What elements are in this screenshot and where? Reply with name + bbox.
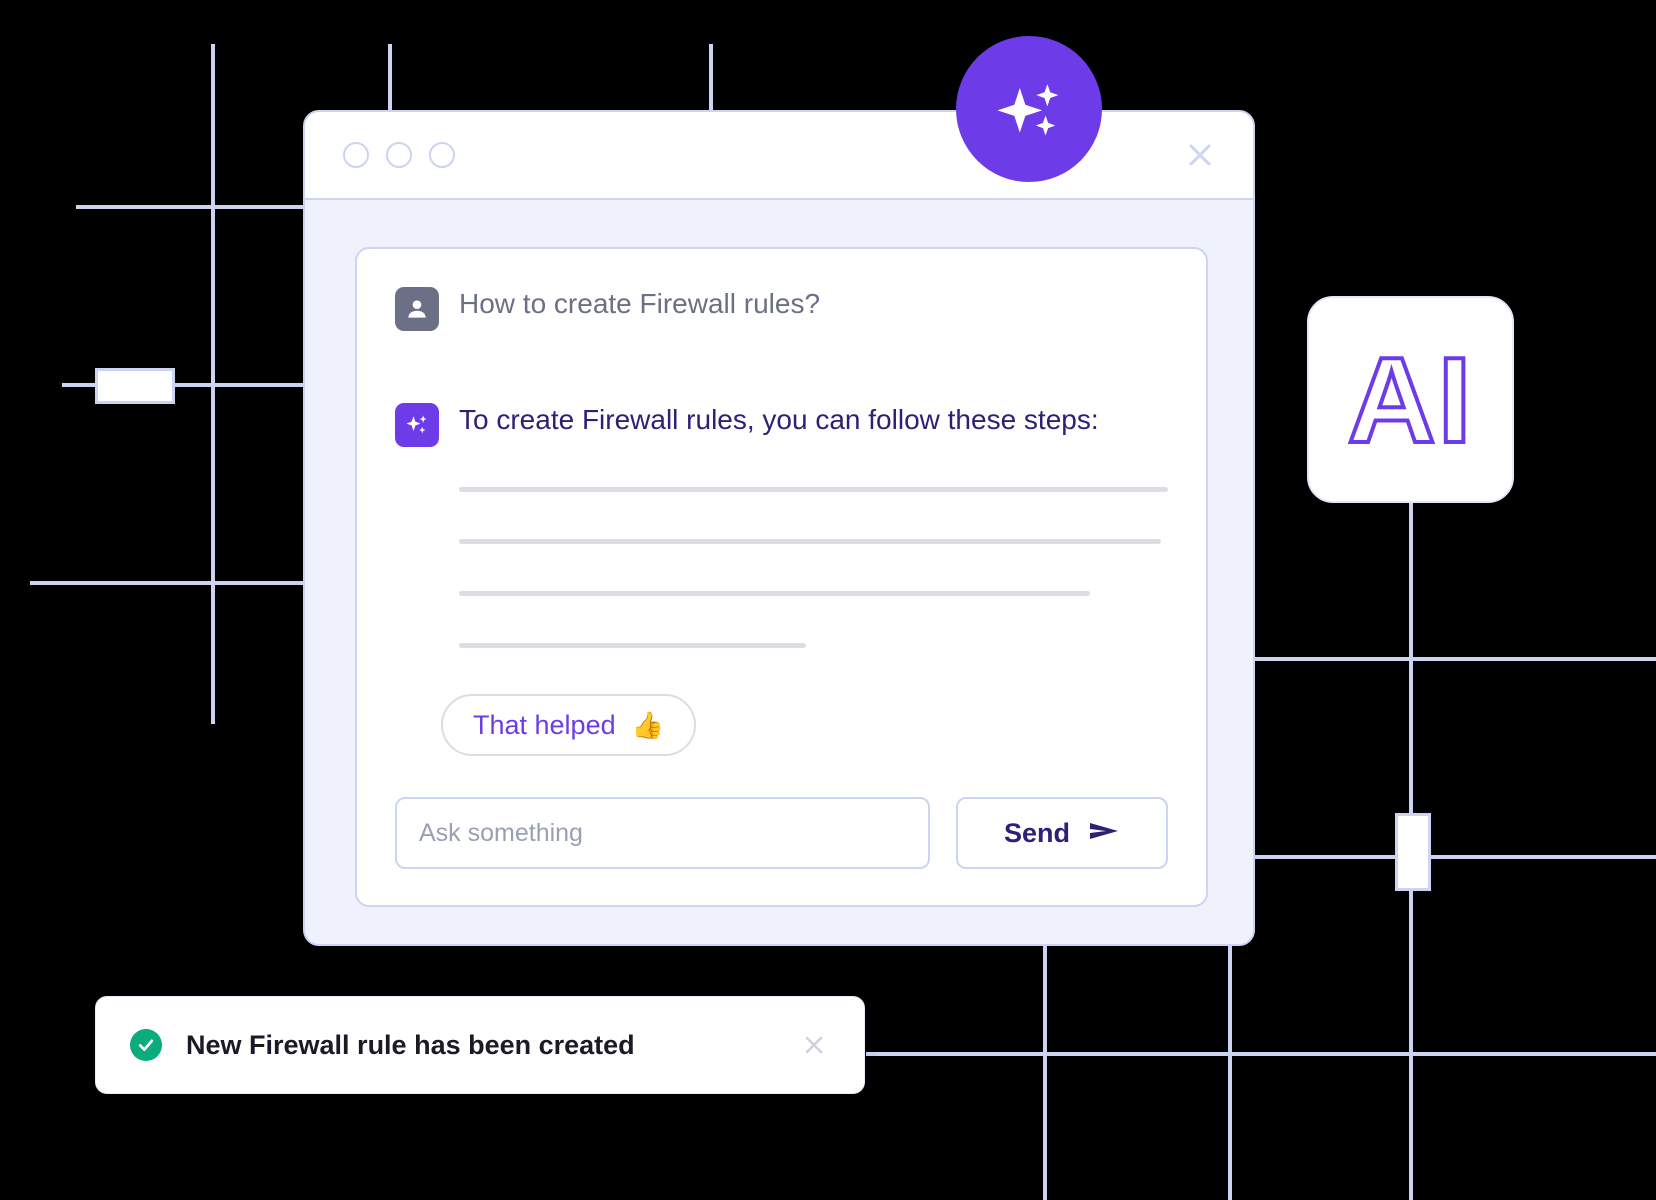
sparkles-badge [956,36,1102,182]
assistant-message-text: To create Firewall rules, you can follow… [459,404,1099,435]
grid-line-horizontal [1253,657,1656,661]
ask-input[interactable] [395,797,930,869]
that-helped-button[interactable]: That helped 👍 [441,694,696,756]
ai-outline-text-icon: AI [1346,331,1474,468]
grid-line-vertical [709,44,713,114]
response-skeleton [459,487,1168,648]
skeleton-line [459,591,1090,596]
window-titlebar [305,112,1253,200]
chat-message-assistant: To create Firewall rules, you can follow… [395,401,1168,447]
toast-message: New Firewall rule has been created [186,1029,635,1060]
skeleton-line [459,539,1161,544]
window-dot-1[interactable] [343,142,369,168]
grid-line-horizontal [866,1052,1656,1056]
check-circle-icon [130,1029,162,1061]
chat-window: How to create Firewall rules? To create … [303,110,1255,946]
grid-line-horizontal [30,581,306,585]
user-avatar-icon [395,287,439,331]
user-message-text: How to create Firewall rules? [459,288,821,319]
grid-line-horizontal [76,205,306,209]
grid-line-vertical [388,44,392,114]
window-dot-3[interactable] [429,142,455,168]
ai-badge-card: AI [1307,296,1514,503]
screenshot-root: AI How to create Firewall rules? To crea… [0,0,1656,1200]
grid-line-vertical [1043,944,1047,1200]
window-traffic-lights [343,142,455,168]
toast-notification: New Firewall rule has been created [95,996,865,1094]
chat-message-user: How to create Firewall rules? [395,285,1168,331]
paper-plane-icon [1088,818,1120,849]
grid-node-right [1395,813,1431,891]
composer: Send [395,797,1168,869]
grid-line-vertical [1228,944,1232,1200]
close-icon[interactable] [798,1029,830,1061]
chat-panel: How to create Firewall rules? To create … [355,247,1208,907]
send-button[interactable]: Send [956,797,1168,869]
skeleton-line [459,643,807,648]
grid-line-horizontal [1253,855,1656,859]
close-icon[interactable] [1183,138,1217,172]
that-helped-label: That helped [473,709,616,740]
send-button-label: Send [1003,817,1070,848]
grid-node-left [95,368,175,404]
window-dot-2[interactable] [386,142,412,168]
thumbs-up-icon: 👍 [631,709,664,740]
skeleton-line [459,487,1168,492]
sparkles-icon [395,403,439,447]
